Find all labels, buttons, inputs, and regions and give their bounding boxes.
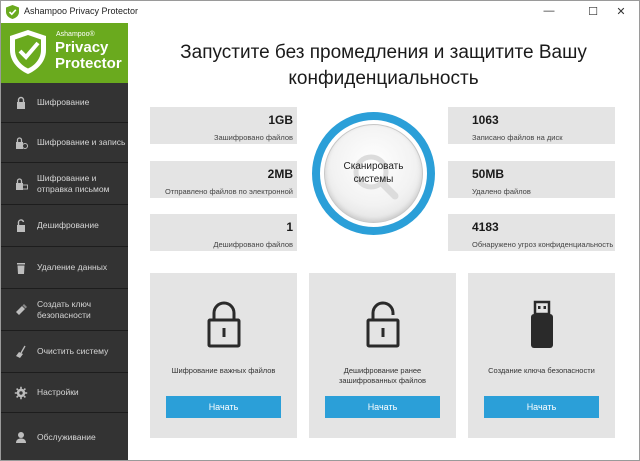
stat-encrypted-files: 1GB Зашифровано файлов: [150, 107, 297, 144]
sidebar-item-label: Настройки: [37, 387, 79, 397]
brand-name: Ashampoo®: [56, 31, 95, 38]
product-logo: Ashampoo® Privacy Protector: [1, 23, 128, 83]
card-description: Шифрование важных файлов: [156, 366, 291, 376]
stat-decrypted-files: 1 Дешифровано файлов: [150, 214, 297, 251]
title-bar[interactable]: Ashampoo Privacy Protector — ☐ ✕: [1, 1, 639, 23]
scan-label-line1: Сканировать: [343, 161, 404, 172]
sidebar-item-label: Обслуживание: [37, 431, 96, 442]
scan-label-line2: системы: [353, 174, 394, 185]
lock-mail-icon: [16, 177, 28, 190]
unlock-icon: [17, 218, 25, 232]
product-name-line1: Privacy: [55, 39, 109, 56]
sidebar-item-service[interactable]: Обслуживание: [1, 413, 128, 460]
sidebar-item-label: Удаление данных: [37, 262, 108, 272]
sidebar-item-create-key[interactable]: Создать ключ безопасности: [1, 289, 128, 331]
gear-icon: [14, 386, 28, 399]
headline-line2: конфиденциальность: [288, 68, 479, 89]
sidebar-item-encrypt[interactable]: Шифрование: [1, 83, 128, 123]
stat-label: Удалено файлов: [472, 187, 531, 196]
card-description-line1: Создание ключа безопасности: [488, 366, 595, 375]
sidebar: Ashampoo® Privacy Protector Шифрование Ш…: [1, 23, 128, 460]
stat-value: 1: [286, 220, 293, 234]
card-description-line1: Дешифрование ранее: [343, 366, 422, 375]
start-create-key-button[interactable]: Начать: [484, 396, 599, 418]
stat-value: 1063: [472, 113, 499, 127]
main-panel: Запустите без промедления и защитите Ваш…: [128, 23, 639, 460]
close-button[interactable]: ✕: [607, 1, 635, 21]
sidebar-item-encrypt-mail[interactable]: Шифрование и отправка письмом: [1, 163, 128, 205]
sidebar-item-label: Шифрование и запись: [37, 137, 126, 147]
padlock-open-icon: [366, 301, 399, 348]
lock-icon: [17, 96, 25, 109]
sidebar-item-encrypt-burn[interactable]: Шифрование и запись: [1, 123, 128, 163]
usb-key-icon: [16, 303, 27, 315]
card-encrypt: Шифрование важных файлов Начать: [150, 273, 297, 438]
stat-label: Дешифровано файлов: [213, 240, 293, 249]
sidebar-item-settings[interactable]: Настройки: [1, 373, 128, 413]
start-encrypt-button[interactable]: Начать: [166, 396, 281, 418]
sidebar-item-label: Шифрование: [37, 97, 90, 107]
padlock-closed-icon: [207, 301, 240, 348]
card-description: Создание ключа безопасности: [474, 366, 609, 376]
minimize-button[interactable]: —: [535, 1, 563, 21]
stat-label: Зашифровано файлов: [213, 133, 293, 142]
scan-button-label: Сканировать системы: [324, 160, 423, 186]
shield-check-icon: [10, 30, 46, 74]
stat-privacy-threats: 4183 Обнаружено угроз конфиденциальность: [448, 214, 615, 251]
card-description-line2: зашифрованных файлов: [338, 376, 427, 385]
lock-disc-icon: [16, 136, 28, 149]
app-window: Ashampoo Privacy Protector — ☐ ✕ Ashampo…: [0, 0, 640, 461]
stat-burned-files: 1063 Записано файлов на диск: [448, 107, 615, 144]
card-description: Дешифрование ранее зашифрованных файлов: [315, 366, 450, 386]
product-name-line2: Protector: [55, 55, 122, 72]
stat-sent-files: 2MB Отправлено файлов по электронной: [150, 161, 297, 198]
broom-icon: [16, 345, 26, 358]
window-title: Ashampoo Privacy Protector: [24, 6, 139, 16]
card-description-line1: Шифрование важных файлов: [171, 366, 276, 375]
trash-icon: [17, 262, 25, 274]
stat-label: Записано файлов на диск: [472, 133, 563, 142]
scan-system-button[interactable]: Сканировать системы: [306, 106, 441, 241]
sidebar-item-label: Шифрование и отправка письмом: [37, 172, 110, 194]
sidebar-item-decrypt[interactable]: Дешифрование: [1, 205, 128, 247]
sidebar-item-label: Дешифрование: [37, 220, 99, 230]
support-icon: [16, 432, 26, 443]
stat-value: 1GB: [268, 113, 293, 127]
stat-label: Обнаружено угроз конфиденциальность: [472, 240, 614, 249]
stat-value: 50MB: [472, 167, 505, 181]
stat-label: Отправлено файлов по электронной: [165, 187, 293, 196]
stat-value: 2MB: [267, 167, 293, 181]
stat-deleted-files: 50MB Удалено файлов: [448, 161, 615, 198]
card-decrypt: Дешифрование ранее зашифрованных файлов …: [309, 273, 456, 438]
headline-line1: Запустите без промедления и защитите Ваш…: [180, 42, 587, 63]
maximize-button[interactable]: ☐: [579, 1, 607, 21]
app-shield-icon: [6, 5, 19, 19]
card-security-key: Создание ключа безопасности Начать: [468, 273, 615, 438]
start-decrypt-button[interactable]: Начать: [325, 396, 440, 418]
sidebar-item-delete[interactable]: Удаление данных: [1, 247, 128, 289]
sidebar-item-label: Создать ключ безопасности: [37, 298, 92, 320]
sidebar-item-label: Очистить систему: [37, 346, 109, 356]
stat-value: 4183: [472, 220, 499, 234]
sidebar-item-clean[interactable]: Очистить систему: [1, 331, 128, 373]
usb-stick-icon: [530, 300, 553, 348]
page-headline: Запустите без промедления и защитите Ваш…: [128, 40, 639, 92]
